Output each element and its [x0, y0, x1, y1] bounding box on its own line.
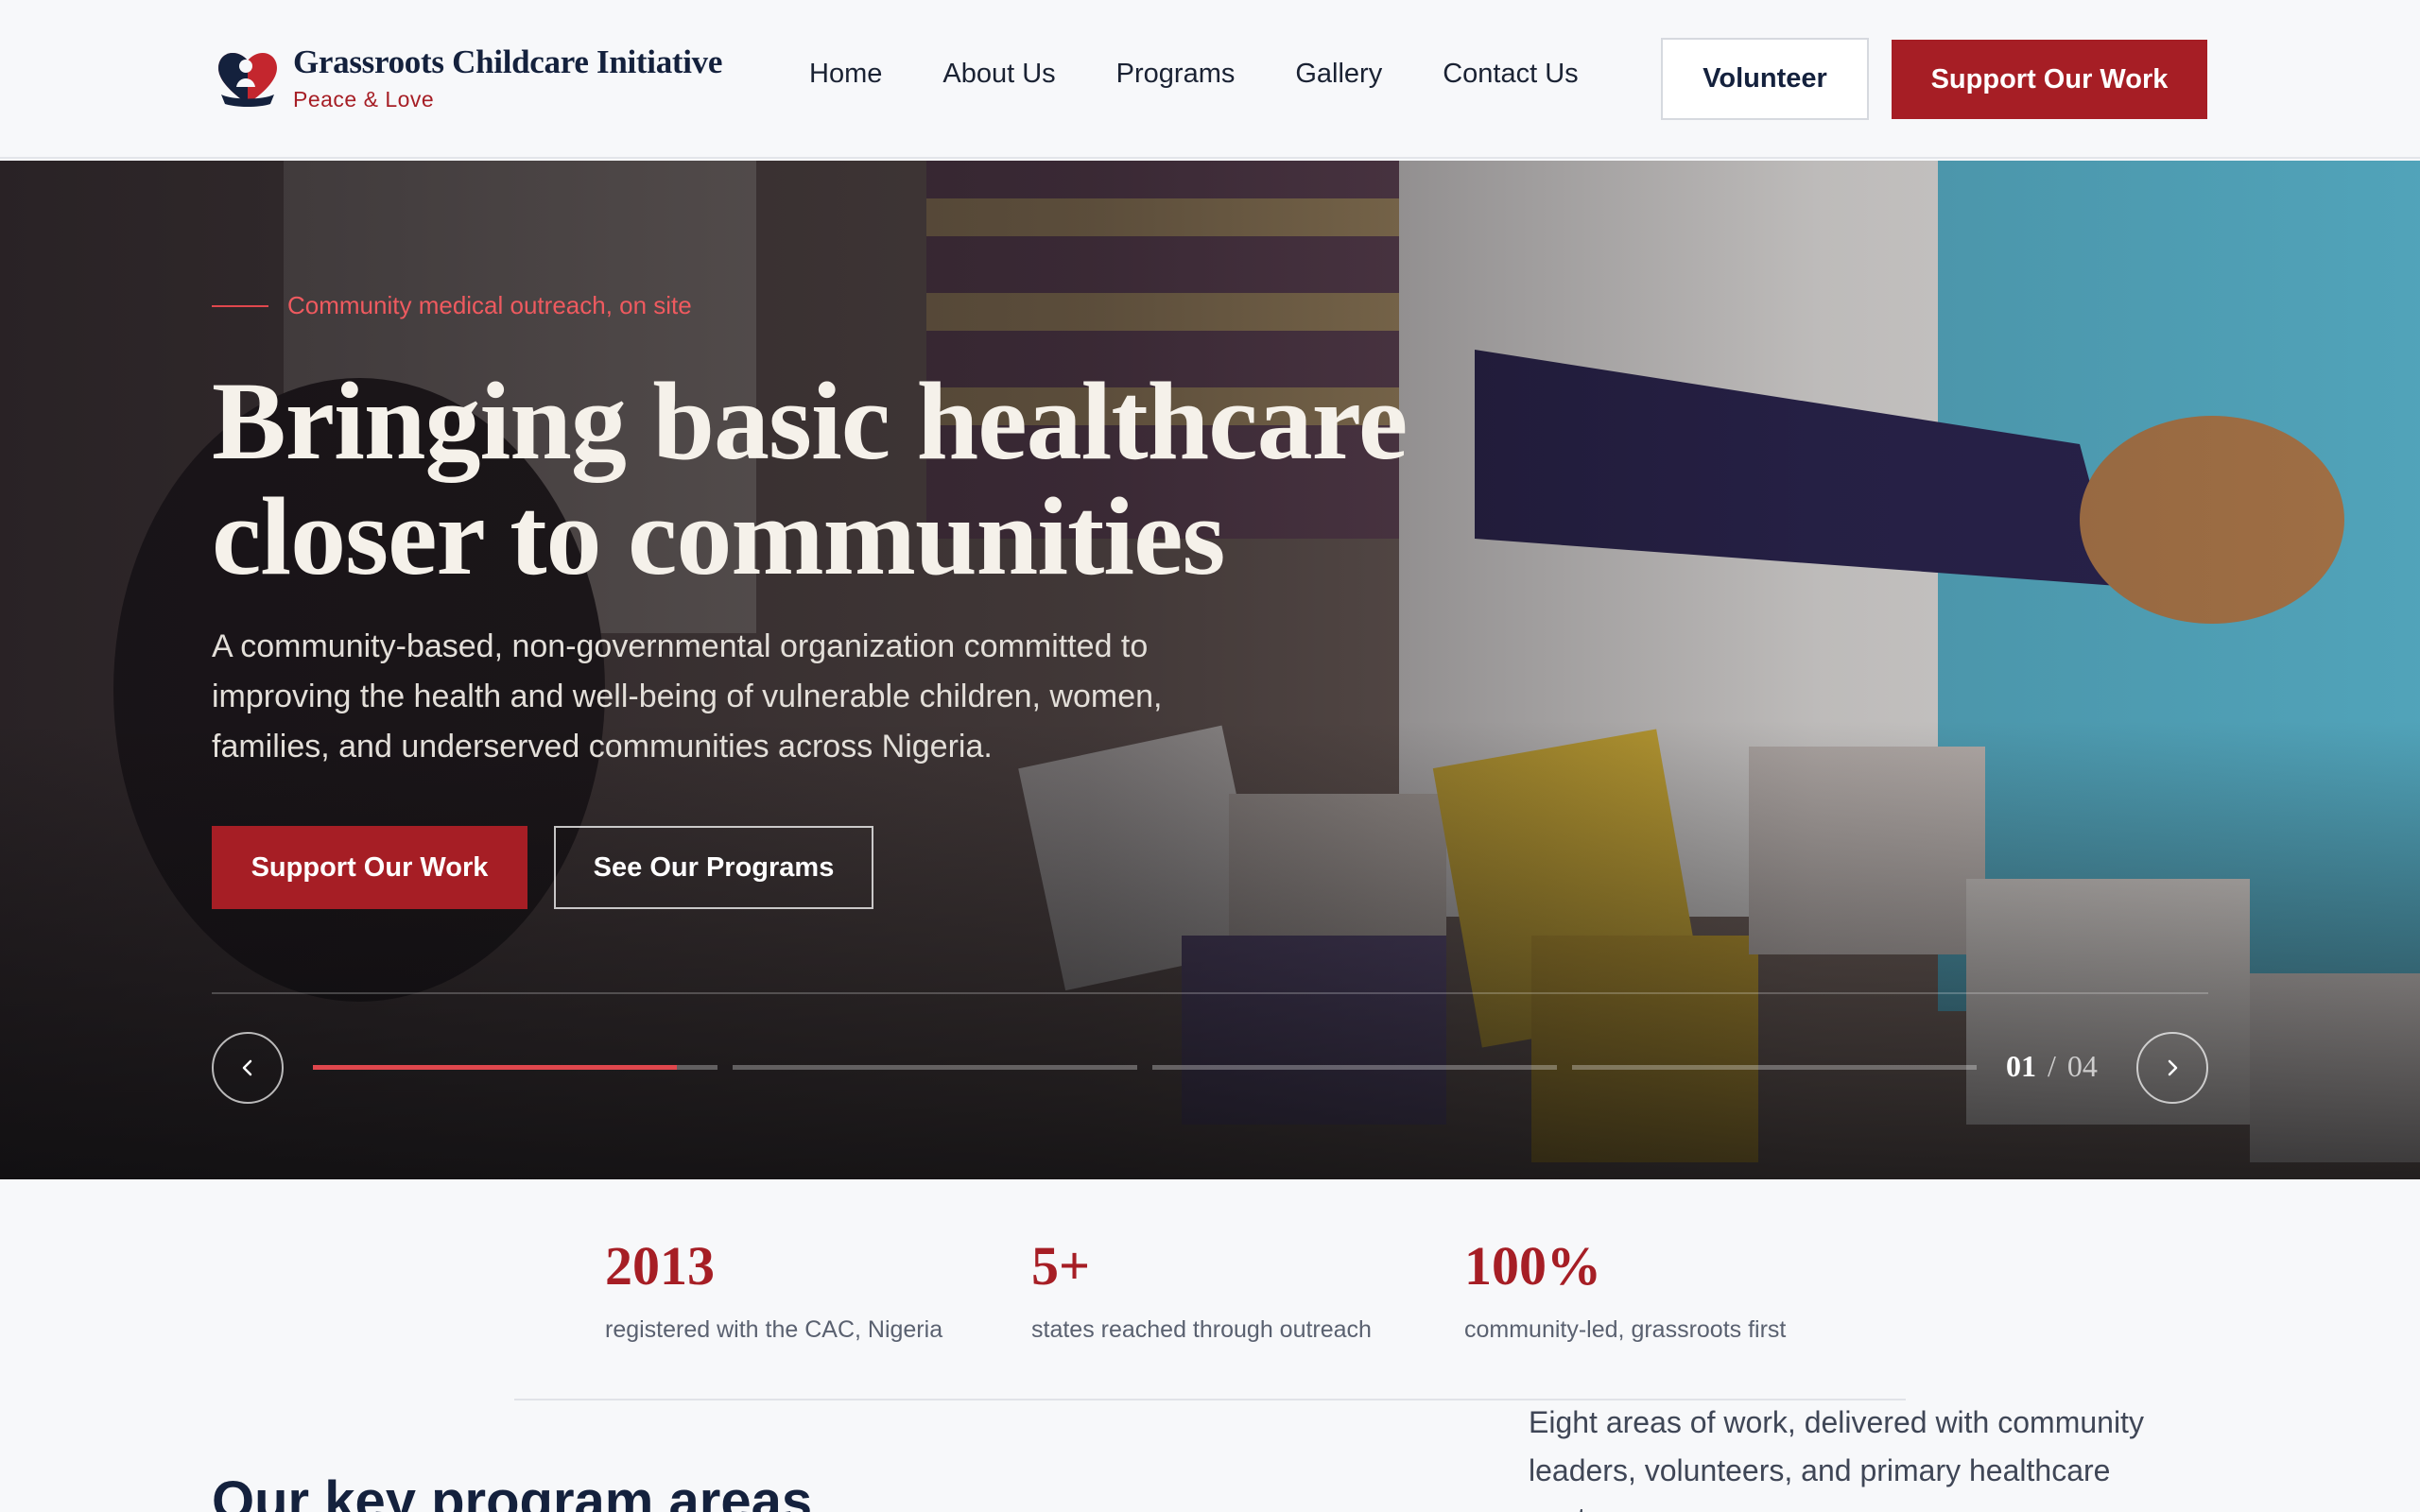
hero-title: Bringing basic healthcare closer to comm… [212, 359, 1408, 598]
main-nav: Home About Us Programs Gallery Contact U… [809, 59, 1579, 90]
nav-contact-us[interactable]: Contact Us [1443, 59, 1578, 90]
see-programs-button[interactable]: See Our Programs [554, 826, 873, 909]
slider-divider [212, 992, 2208, 994]
heart-logo-icon [218, 52, 277, 107]
slide-counter: 01 / 04 [2006, 1049, 2098, 1084]
brand-tagline: Peace & Love [293, 87, 435, 112]
stat-states: 5+ states reached through outreach [1031, 1234, 1372, 1344]
slider-next-button[interactable] [2136, 1032, 2208, 1104]
brand-name: Grassroots Childcare Initiative [293, 43, 723, 80]
slide-progress-4[interactable] [1572, 1065, 1977, 1070]
slider-prev-button[interactable] [212, 1032, 284, 1104]
stat-value: 5+ [1031, 1235, 1091, 1297]
hero-description: A community-based, non-governmental orga… [212, 628, 1163, 765]
nav-gallery[interactable]: Gallery [1295, 59, 1382, 90]
programs-heading: Our key program areas [212, 1470, 813, 1512]
chevron-left-icon [242, 1059, 252, 1076]
slide-progress-2[interactable] [733, 1065, 1137, 1070]
brand-logo[interactable]: Grassroots Childcare Initiative Peace & … [214, 43, 722, 112]
slide-current: 01 [2006, 1049, 2036, 1083]
nav-about-us[interactable]: About Us [942, 59, 1055, 90]
stat-label: states reached through outreach [1031, 1316, 1372, 1343]
nav-programs[interactable]: Programs [1116, 59, 1236, 90]
stat-value: 100% [1464, 1235, 1601, 1297]
slide-progress-1[interactable] [313, 1065, 717, 1070]
site-header: Grassroots Childcare Initiative Peace & … [0, 0, 2420, 159]
slide-progress-fill [313, 1065, 678, 1070]
chevron-right-icon [2168, 1059, 2178, 1076]
volunteer-button[interactable]: Volunteer [1661, 38, 1869, 120]
slide-separator: / [2048, 1049, 2056, 1083]
slide-total: 04 [2066, 1049, 2098, 1083]
nav-home[interactable]: Home [809, 59, 882, 90]
hero-slider: Community medical outreach, on site Brin… [0, 161, 2420, 1179]
stat-community: 100% community-led, grassroots first [1464, 1234, 1786, 1344]
stat-value: 2013 [605, 1235, 715, 1297]
hero-eyebrow: Community medical outreach, on site [212, 291, 692, 320]
eyebrow-text: Community medical outreach, on site [287, 291, 692, 319]
programs-description: Eight areas of work, delivered with comm… [1529, 1405, 2144, 1512]
support-our-work-button[interactable]: Support Our Work [1892, 40, 2207, 119]
stat-registered: 2013 registered with the CAC, Nigeria [605, 1234, 942, 1344]
hero-support-button[interactable]: Support Our Work [212, 826, 527, 909]
stat-label: community-led, grassroots first [1464, 1316, 1787, 1343]
stat-label: registered with the CAC, Nigeria [605, 1316, 943, 1343]
slide-progress-3[interactable] [1152, 1065, 1557, 1070]
eyebrow-divider [212, 304, 268, 307]
